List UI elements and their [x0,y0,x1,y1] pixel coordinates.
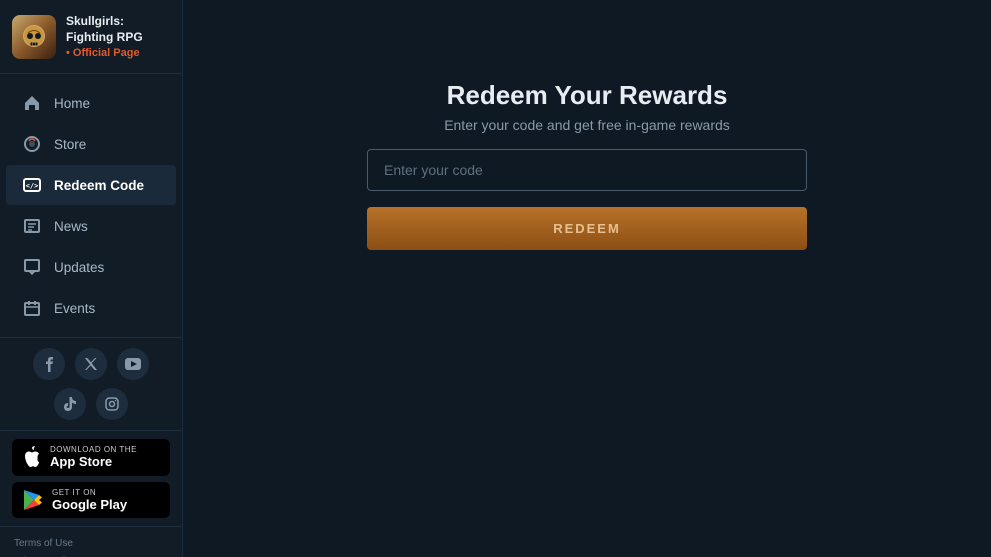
google-play-sub-label: GET IT ON [52,488,127,497]
social-section [0,337,182,430]
tiktok-button[interactable] [54,388,86,420]
google-play-icon [22,489,44,511]
sidebar-item-news[interactable]: News [6,206,176,246]
main-content: Redeem Your Rewards Enter your code and … [183,0,991,557]
sidebar-item-events-label: Events [54,301,95,316]
redeem-container: Redeem Your Rewards Enter your code and … [367,80,807,250]
terms-of-use-link[interactable]: Terms of Use [14,535,168,553]
app-store-text: Download on the App Store [50,445,137,470]
game-icon [12,15,56,59]
redeem-button[interactable]: REDEEM [367,207,807,250]
app-store-sub-label: Download on the [50,445,137,454]
footer-links: Terms of Use Privacy Policy [0,526,182,557]
redeem-icon: </> [22,175,42,195]
youtube-button[interactable] [117,348,149,380]
sidebar-item-home[interactable]: Home [6,83,176,123]
nav-list: Home Store </> Redeem Code [0,74,182,337]
facebook-button[interactable] [33,348,65,380]
google-play-text: GET IT ON Google Play [52,488,127,513]
game-info: Skullgirls: Fighting RPG Official Page [66,14,170,59]
app-store-button[interactable]: Download on the App Store [12,439,170,476]
sidebar-item-home-label: Home [54,96,90,111]
google-play-button[interactable]: GET IT ON Google Play [12,482,170,519]
svg-text:</>: </> [26,182,39,190]
social-row-2 [54,388,128,420]
sidebar-item-store[interactable]: Store [6,124,176,164]
sidebar-item-updates[interactable]: Updates [6,247,176,287]
sidebar-header: Skullgirls: Fighting RPG Official Page [0,0,182,74]
apple-icon [22,446,42,468]
sidebar: Skullgirls: Fighting RPG Official Page H… [0,0,183,557]
events-icon [22,298,42,318]
sidebar-item-updates-label: Updates [54,260,104,275]
sidebar-item-redeem-label: Redeem Code [54,178,144,193]
redeem-title: Redeem Your Rewards [447,80,728,111]
home-icon [22,93,42,113]
social-row-1 [33,348,149,380]
sidebar-item-store-label: Store [54,137,86,152]
app-store-main-label: App Store [50,454,137,470]
sidebar-item-events[interactable]: Events [6,288,176,328]
store-icon [22,134,42,154]
game-title: Skullgirls: Fighting RPG [66,14,170,45]
updates-icon [22,257,42,277]
google-play-main-label: Google Play [52,497,127,513]
news-icon [22,216,42,236]
download-section: Download on the App Store GET IT ON Goog… [0,430,182,526]
code-input[interactable] [367,149,807,191]
sidebar-item-redeem[interactable]: </> Redeem Code [6,165,176,205]
privacy-policy-link[interactable]: Privacy Policy [14,553,168,557]
sidebar-item-news-label: News [54,219,88,234]
instagram-button[interactable] [96,388,128,420]
redeem-subtitle: Enter your code and get free in-game rew… [444,117,730,133]
official-page-link[interactable]: Official Page [66,47,170,59]
twitter-button[interactable] [75,348,107,380]
